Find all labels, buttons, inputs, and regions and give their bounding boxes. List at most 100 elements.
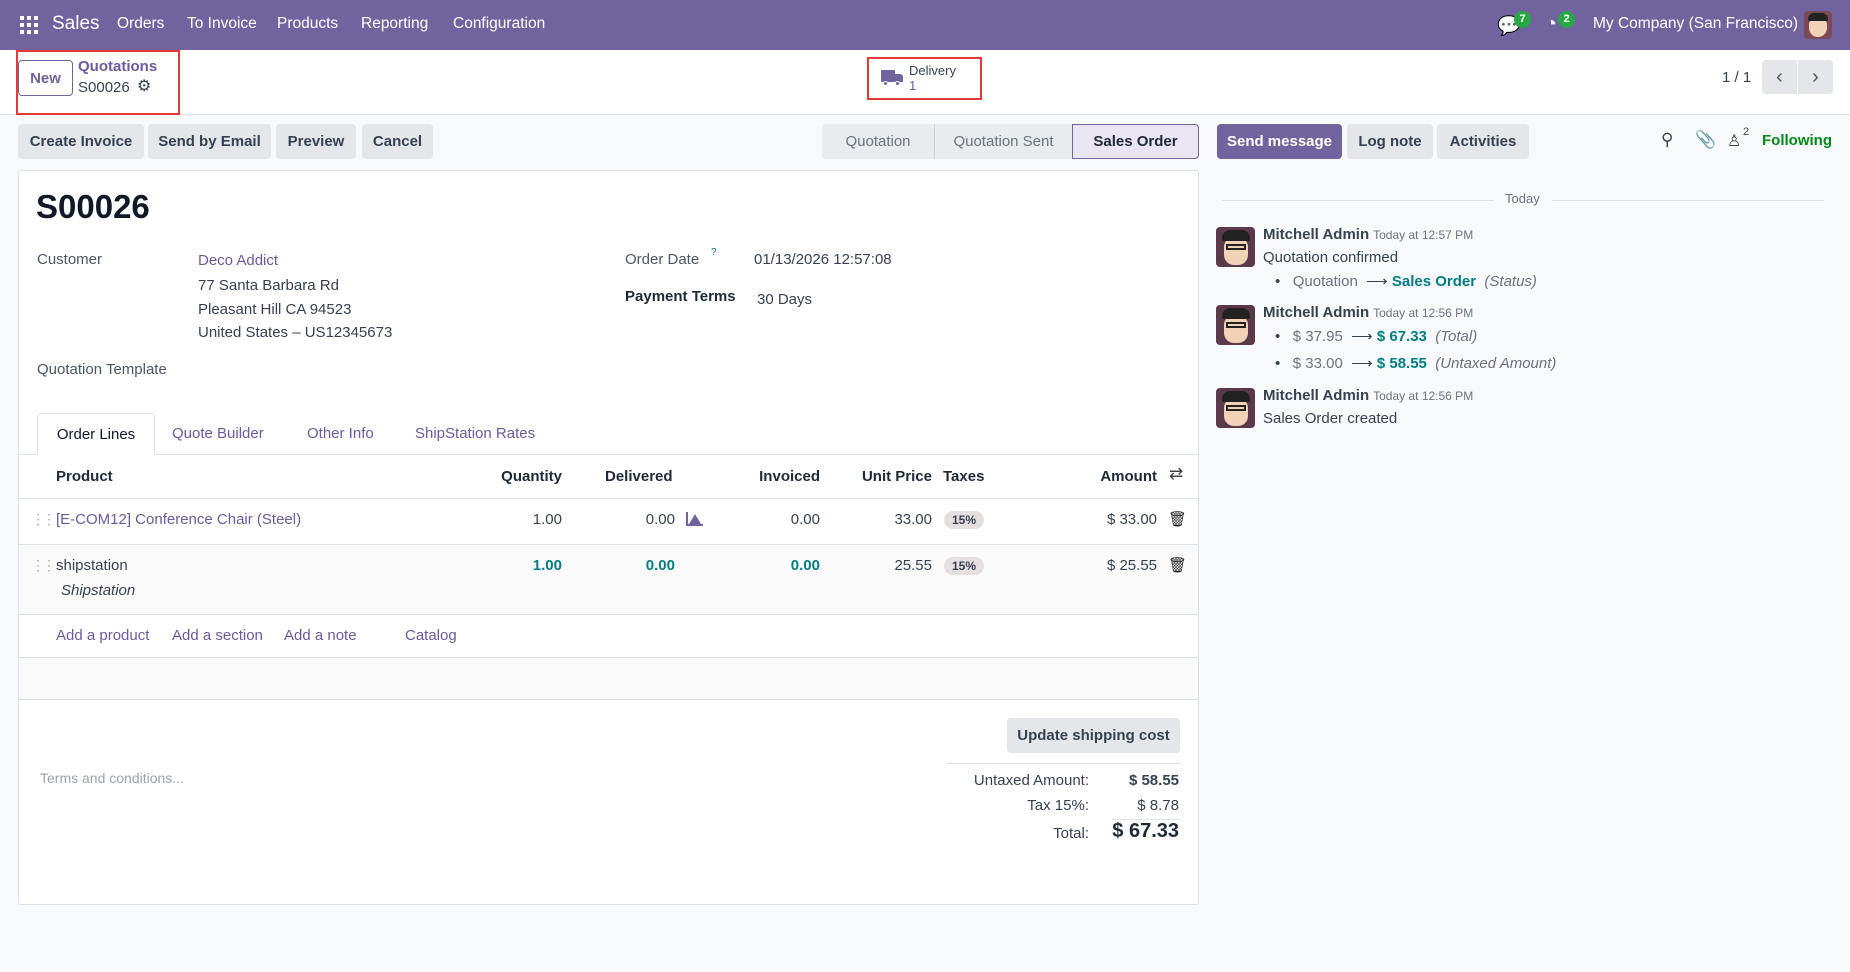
order-date-help-icon[interactable]: ?: [711, 247, 717, 258]
today-divider-left: [1222, 200, 1494, 201]
tab-order-lines[interactable]: Order Lines: [37, 413, 155, 455]
col-taxes[interactable]: Taxes: [943, 468, 984, 485]
activities-clock-icon[interactable]: ◔: [1545, 13, 1557, 36]
followers-count: 2: [1743, 126, 1750, 138]
menu-products[interactable]: Products: [277, 15, 338, 33]
delivery-smart-button[interactable]: Delivery 1: [867, 57, 982, 100]
forecast-chart-icon[interactable]: [686, 512, 703, 526]
tab-label: Order Lines: [56, 426, 136, 443]
breadcrumb-quotations[interactable]: Quotations: [78, 58, 157, 75]
status-quotation-sent[interactable]: Quotation Sent: [934, 124, 1072, 159]
send-by-email-button[interactable]: Send by Email: [148, 124, 271, 159]
row-description[interactable]: Shipstation: [61, 582, 135, 599]
drag-handle-icon[interactable]: ⋮⋮: [31, 511, 56, 528]
tax-badge[interactable]: 15%: [944, 557, 985, 575]
tax-label: Tax 15%:: [1027, 797, 1089, 814]
tab-quote-builder[interactable]: Quote Builder: [172, 425, 264, 442]
cancel-button[interactable]: Cancel: [362, 124, 433, 159]
add-section-link[interactable]: Add a section: [172, 627, 263, 644]
menu-reporting[interactable]: Reporting: [361, 15, 428, 33]
optional-columns-toggle-icon[interactable]: ⇄: [1169, 464, 1183, 484]
log-note-button[interactable]: Log note: [1347, 124, 1433, 159]
menu-to-invoice[interactable]: To Invoice: [187, 15, 257, 33]
breadcrumb-current: S00026: [78, 79, 130, 96]
row-amount: $ 33.00: [1106, 511, 1157, 528]
col-unit-price[interactable]: Unit Price: [832, 468, 932, 485]
following-button[interactable]: Following: [1762, 132, 1832, 149]
pager-next-button[interactable]: ›: [1798, 60, 1833, 94]
create-invoice-button[interactable]: Create Invoice: [18, 124, 144, 159]
add-note-link[interactable]: Add a note: [284, 627, 357, 644]
paperclip-icon[interactable]: 📎: [1695, 130, 1716, 150]
tabs-divider: [19, 454, 1198, 455]
message-time: Today at 12:56 PM: [1373, 389, 1474, 403]
tab-other-info[interactable]: Other Info: [307, 425, 374, 442]
quotation-template-label: Quotation Template: [37, 361, 167, 378]
tax-value: $ 8.78: [1137, 797, 1179, 814]
menu-configuration[interactable]: Configuration: [453, 15, 545, 33]
row-invoiced[interactable]: 0.00: [720, 511, 820, 528]
row-product-link[interactable]: [E-COM12] Conference Chair (Steel): [56, 511, 301, 528]
row-invoiced[interactable]: 0.00: [720, 557, 820, 574]
status-sales-order[interactable]: Sales Order: [1072, 124, 1199, 159]
send-message-button[interactable]: Send message: [1217, 124, 1342, 159]
search-icon[interactable]: ⚲: [1661, 130, 1673, 150]
terms-input[interactable]: Terms and conditions...: [40, 770, 184, 786]
pager-previous-button[interactable]: ‹: [1762, 60, 1797, 94]
message-author[interactable]: Mitchell Admin Today at 12:56 PM: [1263, 304, 1473, 321]
message-body: Sales Order created: [1263, 410, 1398, 427]
today-separator: Today: [1505, 191, 1540, 206]
col-invoiced[interactable]: Invoiced: [720, 468, 820, 485]
message-body: Quotation confirmed: [1263, 249, 1399, 266]
delete-trash-icon[interactable]: 🗑: [1168, 510, 1187, 528]
preview-button[interactable]: Preview: [276, 124, 356, 159]
author-avatar[interactable]: [1216, 227, 1255, 267]
add-product-link[interactable]: Add a product: [56, 627, 149, 644]
company-switcher[interactable]: My Company (San Francisco): [1593, 15, 1798, 33]
message-author[interactable]: Mitchell Admin Today at 12:57 PM: [1263, 226, 1473, 243]
row-unit-price[interactable]: 25.55: [832, 557, 932, 574]
today-divider-right: [1552, 200, 1824, 201]
update-shipping-cost-button[interactable]: Update shipping cost: [1007, 718, 1180, 753]
totals-divider: [946, 763, 1180, 764]
row-delivered[interactable]: 0.00: [575, 557, 675, 574]
gear-icon[interactable]: ⚙: [137, 76, 151, 96]
activities-button[interactable]: Activities: [1437, 124, 1529, 159]
author-avatar[interactable]: [1216, 305, 1255, 345]
user-avatar[interactable]: [1804, 11, 1832, 39]
tracking-change: • $ 33.00 ⟶ $ 58.55 (Untaxed Amount): [1275, 355, 1557, 372]
top-navbar: Sales Orders To Invoice Products Reporti…: [0, 0, 1850, 50]
followers-icon[interactable]: ♙: [1727, 131, 1741, 151]
menu-orders[interactable]: Orders: [117, 15, 164, 33]
tab-shipstation-rates[interactable]: ShipStation Rates: [415, 425, 535, 442]
row-delivered[interactable]: 0.00: [575, 511, 675, 528]
table-empty-area: [19, 658, 1198, 699]
table-row[interactable]: [19, 545, 1198, 614]
status-quotation[interactable]: Quotation: [822, 124, 934, 159]
row-unit-price[interactable]: 33.00: [832, 511, 932, 528]
col-amount[interactable]: Amount: [1057, 468, 1157, 485]
col-product[interactable]: Product: [56, 468, 113, 485]
row-quantity[interactable]: 1.00: [462, 511, 562, 528]
col-delivered[interactable]: Delivered: [605, 468, 673, 485]
delete-trash-icon[interactable]: 🗑: [1168, 556, 1187, 574]
catalog-link[interactable]: Catalog: [405, 627, 457, 644]
customer-name-link[interactable]: Deco Addict: [198, 252, 278, 269]
order-date-value[interactable]: 01/13/2026 12:57:08: [754, 251, 892, 268]
drag-handle-icon[interactable]: ⋮⋮: [31, 557, 56, 574]
untaxed-value: $ 58.55: [1128, 772, 1179, 789]
customer-address-line: United States – US12345673: [198, 324, 393, 341]
tax-badge[interactable]: 15%: [944, 511, 985, 529]
app-name[interactable]: Sales: [52, 13, 100, 35]
payment-terms-value[interactable]: 30 Days: [757, 291, 812, 308]
row-quantity[interactable]: 1.00: [462, 557, 562, 574]
author-avatar[interactable]: [1216, 388, 1255, 428]
messages-badge: 7: [1514, 11, 1531, 28]
apps-grid-icon[interactable]: [20, 16, 38, 34]
message-time: Today at 12:57 PM: [1373, 228, 1474, 242]
col-quantity[interactable]: Quantity: [462, 468, 562, 485]
row-product[interactable]: shipstation: [56, 557, 128, 574]
customer-address-line: Pleasant Hill CA 94523: [198, 301, 352, 318]
message-author[interactable]: Mitchell Admin Today at 12:56 PM: [1263, 387, 1473, 404]
new-button[interactable]: New: [18, 60, 73, 96]
